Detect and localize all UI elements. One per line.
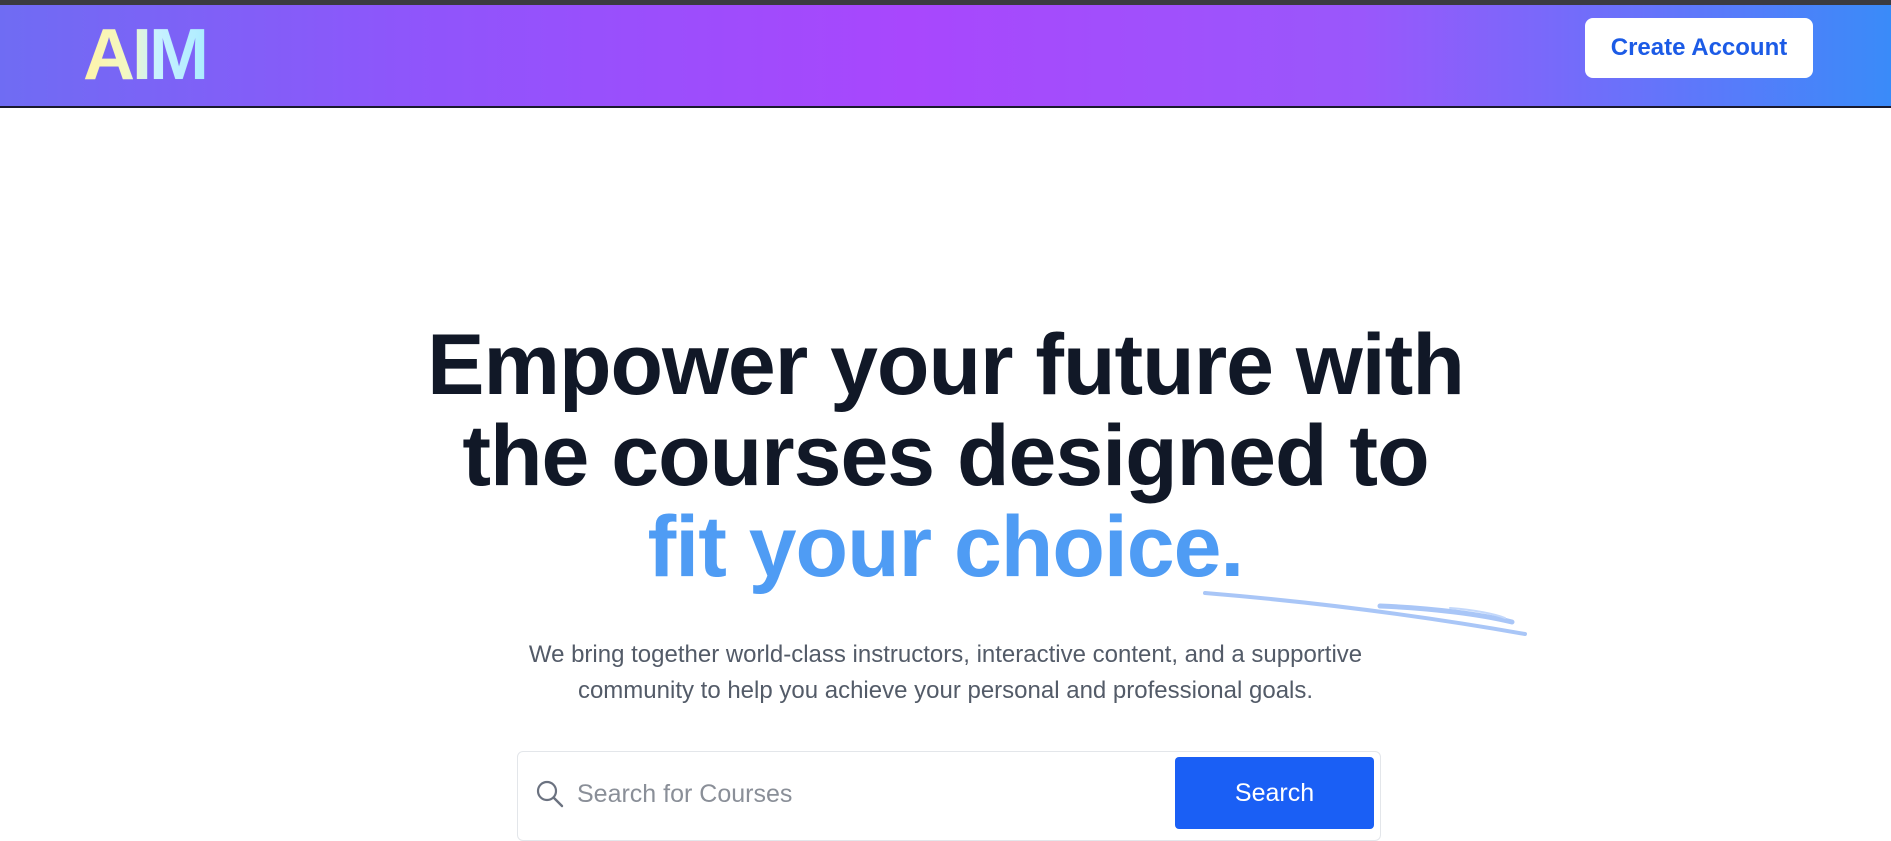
create-account-button[interactable]: Create Account [1585,18,1813,78]
hero-title-highlight: fit your choice. [647,499,1245,595]
hero-subtitle-line-1: We bring together world-class instructor… [528,641,1363,668]
underline-swoosh-icon [1203,591,1527,636]
hero-section: Empower your future with the courses des… [0,320,1891,593]
hero-title-line-1: Empower your future with [427,317,1465,413]
hero-title: Empower your future with the courses des… [0,320,1891,593]
logo[interactable]: AIM [83,15,209,95]
hero-title-line-2: the courses designed to [462,408,1429,504]
search-button[interactable]: Search [1175,757,1374,829]
search-icon [536,780,564,808]
search-input[interactable] [575,770,1159,818]
navbar: AIM Create Account [0,5,1891,108]
hero-subtitle: We bring together world-class instructor… [0,637,1891,709]
hero-subtitle-line-2: community to help you achieve your perso… [577,677,1314,704]
